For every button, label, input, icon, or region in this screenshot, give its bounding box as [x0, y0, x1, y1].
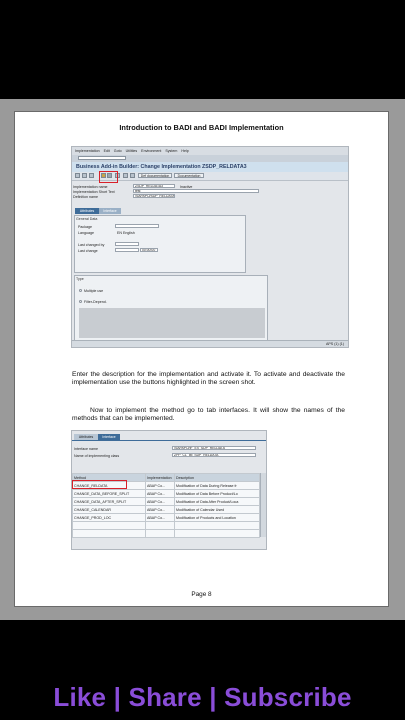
- paragraph-activation: Enter the description for the implementa…: [72, 371, 345, 387]
- impl-cell: ABAP Co...: [145, 481, 175, 490]
- page-title: Introduction to BADI and BADI Implementa…: [119, 123, 284, 132]
- table-row[interactable]: CHANGE_DATA_AFTER_SPLIT ABAP Co... Modif…: [72, 497, 260, 506]
- changed-by-label: Last changed by: [78, 243, 105, 247]
- social-call-to-action: Like | Share | Subscribe: [53, 682, 352, 712]
- package-field[interactable]: [115, 224, 159, 228]
- class-name-field[interactable]: ZPP_CL_IM_SDP_RELDATA: [172, 453, 256, 457]
- filter-depend-label: Filter-Depend.: [84, 300, 107, 304]
- screen-title: Business Add-in Builder: Change Implemen…: [76, 164, 247, 170]
- menu-edit[interactable]: Edit: [104, 149, 110, 153]
- table-row[interactable]: CHANGE_PROD_LOC ABAP Co... Modification …: [72, 513, 260, 522]
- filter-type-area: [79, 308, 265, 338]
- tab-interface[interactable]: Interface: [99, 208, 121, 214]
- command-field[interactable]: [78, 156, 126, 160]
- menu-implementation[interactable]: Implementation: [75, 149, 100, 153]
- package-label: Package: [78, 225, 92, 229]
- table-row[interactable]: CHANGE_CALENDAR ABAP Co... Modification …: [72, 505, 260, 514]
- language-label: Language: [78, 231, 94, 235]
- menu-system[interactable]: System: [165, 149, 177, 153]
- highlight-activate-buttons: [99, 171, 118, 183]
- column-description[interactable]: Description: [174, 473, 260, 482]
- sap-screenshot-interface-tab: Attributes Interface Interface name /SAP…: [71, 430, 267, 550]
- highlight-change-reldata: [72, 480, 127, 489]
- tab-attributes[interactable]: Attributes: [75, 208, 99, 214]
- language-value: EN English: [117, 231, 135, 235]
- desc-cell: Modification of Data After Product/Loca: [174, 497, 260, 506]
- method-cell[interactable]: CHANGE_PROD_LOC: [72, 513, 146, 522]
- interface-name-field[interactable]: /SAPAPO/IF_EX_SDP_RELDATA: [172, 446, 256, 450]
- impl-cell: ABAP Co...: [145, 513, 175, 522]
- table-row[interactable]: CHANGE_DATA_BEFORE_SPLIT ABAP Co... Modi…: [72, 489, 260, 498]
- print-icon[interactable]: [123, 173, 128, 178]
- type-header: Type: [76, 277, 84, 281]
- status-text: APS (1) (1): [326, 342, 344, 346]
- menu-environment[interactable]: Environment: [141, 149, 161, 153]
- method-cell[interactable]: CHANGE_DATA_BEFORE_SPLIT: [72, 489, 146, 498]
- impl-name-field[interactable]: ZSDP_RELDATA3: [133, 184, 175, 188]
- general-data-group: General Data Package Language EN English…: [74, 215, 246, 273]
- table-row-empty: [72, 529, 260, 538]
- menu-utilities[interactable]: Utilities: [126, 149, 138, 153]
- impl-cell: ABAP Co...: [145, 497, 175, 506]
- method-cell[interactable]: CHANGE_DATA_AFTER_SPLIT: [72, 497, 146, 506]
- table-row-empty: [72, 521, 260, 530]
- class-name-label: Name of implementing class: [74, 454, 120, 458]
- check-icon[interactable]: [82, 173, 87, 178]
- desc-cell: Modification of Calendar Used: [174, 505, 260, 514]
- last-change-label: Last change: [78, 249, 98, 253]
- paragraph-interfaces: Now to implement the method go to tab in…: [72, 407, 345, 423]
- method-cell[interactable]: CHANGE_CALENDAR: [72, 505, 146, 514]
- changed-by-field: [115, 242, 139, 246]
- type-group: Type Multiple use Filter-Depend.: [74, 275, 268, 341]
- filter-depend-radio[interactable]: [79, 300, 82, 303]
- impl-name-label: Implementation name: [73, 185, 108, 189]
- short-text-field[interactable]: test: [133, 189, 259, 193]
- column-implementation[interactable]: Implementation: [145, 473, 175, 482]
- desc-cell: Modification of Data During Release fr: [174, 481, 260, 490]
- menu-goto[interactable]: Goto: [114, 149, 122, 153]
- where-used-icon[interactable]: [89, 173, 94, 178]
- page-number: Page 8: [191, 591, 212, 598]
- sap-screenshot-change-implementation: Implementation Edit Goto Utilities Envir…: [71, 146, 349, 348]
- general-data-header: General Data: [76, 217, 98, 221]
- multiple-use-radio[interactable]: [79, 289, 82, 292]
- desc-cell: Modification of Data Before Product/Lo: [174, 489, 260, 498]
- document-page: Introduction to BADI and BADI Implementa…: [14, 111, 389, 607]
- sap-command-bar: [72, 155, 348, 162]
- impl-cell: ABAP Co...: [145, 505, 175, 514]
- menu-help[interactable]: Help: [181, 149, 188, 153]
- display-change-icon[interactable]: [75, 173, 80, 178]
- methods-table-scrollbar[interactable]: [260, 473, 266, 537]
- short-text-label: Implementation Short Text: [73, 190, 115, 194]
- def-name-label: Definition name: [73, 195, 98, 199]
- def-documentation-button[interactable]: Def documentation: [138, 173, 172, 178]
- multiple-use-label: Multiple use: [84, 289, 104, 293]
- documentation-button[interactable]: Documentation: [174, 173, 204, 178]
- interface-name-label: Interface name: [74, 447, 98, 451]
- impl-cell: ABAP Co...: [145, 489, 175, 498]
- last-change-time-field: 00:00:00: [140, 248, 158, 252]
- expand-icon[interactable]: [130, 173, 135, 178]
- sap-status-bar: APS (1) (1): [72, 340, 348, 347]
- document-viewer: Introduction to BADI and BADI Implementa…: [0, 99, 405, 620]
- def-name-field[interactable]: /SAPAPO/SDP_RELDATA: [133, 194, 175, 198]
- last-change-date-field: [115, 248, 139, 252]
- desc-cell: Modification of Products and Location: [174, 513, 260, 522]
